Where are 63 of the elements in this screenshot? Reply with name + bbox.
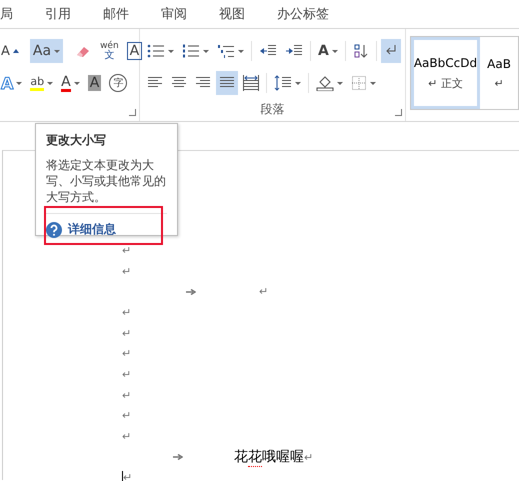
paragraph-mark: ↵ bbox=[122, 306, 132, 319]
caret-icon bbox=[16, 82, 22, 84]
ribbon-tab[interactable]: 办公标签 bbox=[277, 5, 345, 23]
tab-arrow-icon bbox=[173, 454, 183, 460]
grow-triangle-icon bbox=[12, 49, 19, 53]
ribbon-tab[interactable]: 审阅 bbox=[161, 5, 203, 23]
style-sample: AaBbCcDd bbox=[414, 56, 478, 70]
caret-icon bbox=[332, 50, 338, 52]
asian-button[interactable]: A bbox=[315, 39, 341, 63]
caret-icon bbox=[54, 50, 60, 52]
sort-icon bbox=[352, 43, 369, 59]
style-name: ↵ 正文 bbox=[428, 76, 463, 90]
paragraph-mark: ↵ bbox=[122, 388, 132, 402]
ribbon-tab[interactable]: 邮件 bbox=[103, 5, 145, 23]
paragraph-mark: ↵ bbox=[122, 347, 132, 360]
numbered-list-icon bbox=[182, 43, 200, 59]
effect-button[interactable]: A bbox=[0, 71, 26, 95]
ribbon-tab[interactable]: 视图 bbox=[219, 5, 261, 23]
paragraph-mark: ↵ bbox=[122, 430, 132, 444]
dialog-launcher-icon[interactable] bbox=[394, 109, 402, 116]
paragraph-mark: ↵ bbox=[122, 326, 132, 340]
group-label: 段落 bbox=[260, 101, 284, 118]
ribbon-tab[interactable]: 引用 bbox=[45, 5, 87, 23]
style-sample: AaB bbox=[487, 56, 511, 70]
style-name: ↵ bbox=[494, 76, 504, 90]
case-button[interactable]: Aa bbox=[30, 39, 64, 63]
shaded-button[interactable]: A bbox=[84, 71, 104, 95]
tab-arrow-icon bbox=[186, 288, 196, 295]
more-info-link[interactable]: 详细信息 bbox=[68, 221, 116, 238]
caret-icon bbox=[168, 50, 174, 52]
fontcolor-button[interactable]: A bbox=[58, 71, 83, 95]
style-tile[interactable]: AaB ↵ bbox=[480, 37, 518, 109]
bullet-list-icon bbox=[147, 43, 165, 59]
ribbon-tab[interactable]: 局 bbox=[0, 5, 29, 23]
multilevel-list-icon bbox=[217, 43, 235, 59]
caret-icon bbox=[295, 82, 301, 84]
paragraph-mark: ↵ bbox=[122, 244, 132, 257]
caret-icon bbox=[337, 82, 343, 84]
phonetic-button[interactable]: wén 文 bbox=[97, 39, 122, 63]
tooltip-description: 将选定文本更改为大写、小写或其他常见的大写方式。 bbox=[46, 157, 167, 205]
caret-icon bbox=[47, 82, 54, 84]
caret-icon bbox=[370, 82, 376, 84]
marks-button[interactable] bbox=[380, 39, 401, 63]
paragraph-mark: ↵ bbox=[122, 368, 132, 381]
distributed-icon bbox=[243, 75, 259, 91]
paragraph-mark: ↵ bbox=[122, 264, 132, 278]
caret-icon bbox=[203, 50, 209, 52]
paragraph-mark: ↵ bbox=[123, 471, 132, 481]
tooltip-title: 更改大小写 bbox=[46, 132, 107, 149]
style-tile[interactable]: AaBbCcDd ↵ 正文 bbox=[410, 37, 480, 109]
document-text: 花花哦喔喔 bbox=[234, 448, 304, 466]
paint-bucket-icon bbox=[316, 75, 334, 91]
dialog-launcher-icon[interactable] bbox=[129, 109, 136, 116]
paragraph-mark: ↵ bbox=[122, 409, 132, 422]
highlight-button[interactable]: ab bbox=[27, 71, 56, 95]
caret-icon bbox=[238, 50, 244, 52]
grow-button[interactable]: A bbox=[0, 39, 22, 63]
paragraph-mark: ↵ bbox=[259, 285, 268, 298]
borders-icon bbox=[351, 75, 367, 91]
paragraph-mark: ↵ bbox=[304, 450, 314, 464]
line-spacing-icon bbox=[274, 75, 292, 91]
justify-button[interactable] bbox=[216, 71, 238, 95]
caret-icon bbox=[74, 82, 80, 84]
